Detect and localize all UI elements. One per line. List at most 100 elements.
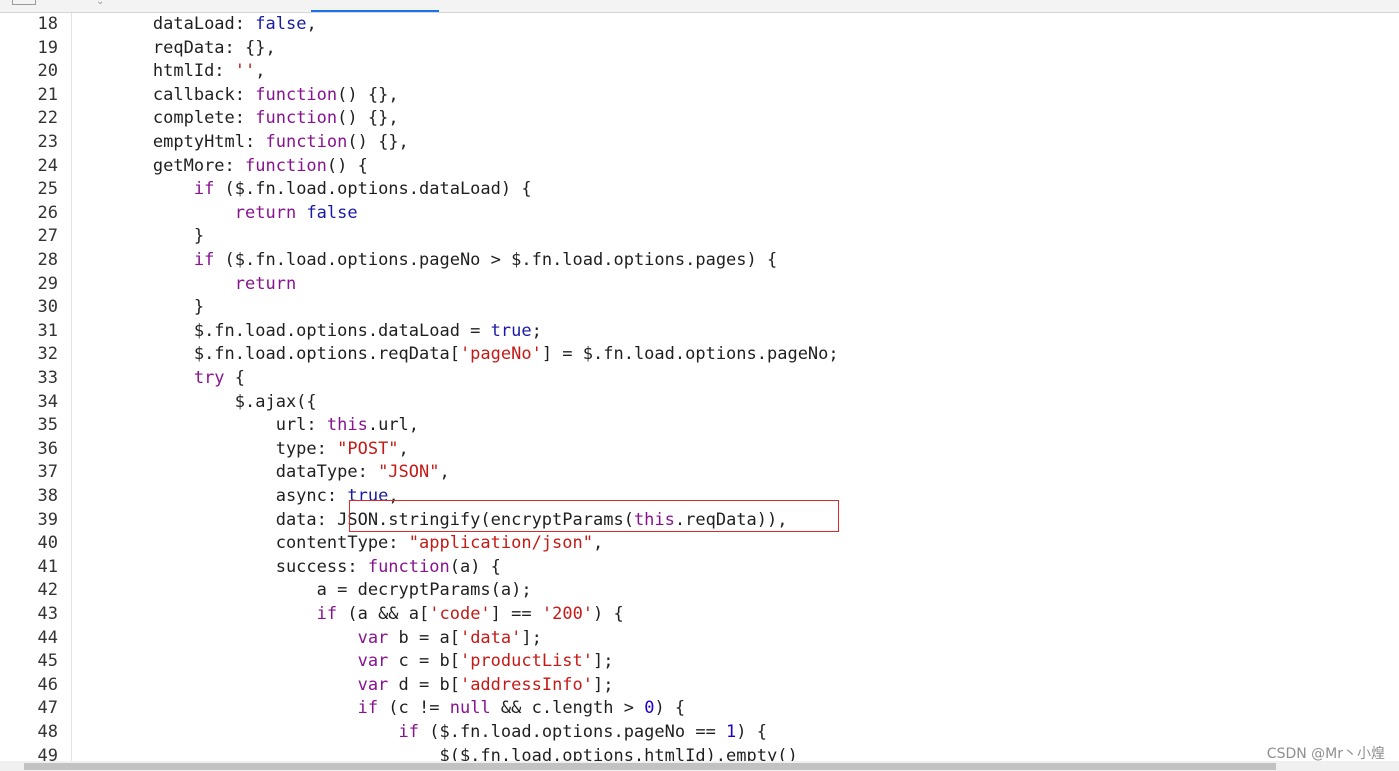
code-line[interactable]: 45 var c = b['productList']; [0,650,1399,674]
code-token: var [357,651,389,672]
code-line[interactable]: 26 return false [0,202,1399,226]
code-line[interactable]: 49 $($.fn.load.options.htmlId).empty() [0,745,1399,761]
horizontal-scrollbar-thumb[interactable] [24,763,1276,770]
line-number: 26 [37,202,58,223]
line-number: 24 [37,155,58,176]
line-number: 34 [37,391,58,412]
line-number: 23 [37,132,58,152]
line-number: 19 [37,37,58,58]
code-token: if [193,179,215,200]
code-text: reqData: {}, [71,37,276,61]
code-token: ] = $.fn.load.options.pageNo; [541,344,839,365]
code-line[interactable]: 29 return [0,273,1399,297]
code-text: var c = b['productList']; [71,650,614,674]
line-number: 30 [37,297,58,318]
code-token: ($.fn.load.options.pageNo > $.fn.load.op… [214,250,778,270]
code-text: complete: function() {}, [71,107,399,131]
code-text: emptyHtml: function() {}, [71,131,409,155]
line-number: 48 [37,722,58,742]
code-token: (c != [378,698,450,719]
code-line[interactable]: 35 url: this.url, [0,414,1399,438]
code-line[interactable]: 33 try { [0,367,1399,391]
code-line[interactable]: 43 if (a && a['code'] == '200') { [0,603,1399,627]
line-number: 28 [37,250,58,270]
code-text: $.ajax({ [71,391,317,415]
code-line[interactable]: 27 } [0,225,1399,249]
code-line[interactable]: 42 a = decryptParams(a); [0,579,1399,603]
line-number: 21 [37,84,58,105]
code-line[interactable]: 30 } [0,296,1399,320]
code-line[interactable]: 34 $.ajax({ [0,391,1399,415]
active-tab-indicator[interactable] [311,10,439,12]
code-text: $.fn.load.options.reqData['pageNo'] = $.… [71,343,839,367]
code-text: if ($.fn.load.options.dataLoad) { [71,178,532,202]
code-token: ($.fn.load.options.dataLoad) { [214,179,532,200]
watermark: CSDN @Mr丶小煌 [1266,746,1385,762]
code-text: $.fn.load.options.dataLoad = true; [71,320,542,344]
code-text: if (a && a['code'] == '200') { [71,603,624,627]
code-line[interactable]: 23 emptyHtml: function() {}, [0,131,1399,155]
code-token: if [316,604,338,624]
code-line[interactable]: 21 callback: function() {}, [0,84,1399,108]
panel-icon[interactable] [12,0,36,5]
code-line[interactable]: 18 dataLoad: false, [0,13,1399,37]
code-text: dataLoad: false, [71,13,317,37]
code-token: "JSON" [378,462,440,483]
code-line[interactable]: 40 contentType: "application/json", [0,532,1399,556]
code-line[interactable]: 37 dataType: "JSON", [0,461,1399,485]
line-number: 20 [37,61,58,82]
code-line[interactable]: 47 if (c != null && c.length > 0) { [0,697,1399,721]
code-text: getMore: function() { [71,155,368,179]
code-line[interactable]: 28 if ($.fn.load.options.pageNo > $.fn.l… [0,249,1399,273]
code-text: $($.fn.load.options.htmlId).empty() [71,745,797,761]
line-number: 39 [37,509,58,530]
code-line[interactable]: 20 htmlId: '', [0,60,1399,84]
code-line[interactable]: 32 $.fn.load.options.reqData['pageNo'] =… [0,343,1399,367]
code-token: , [306,14,317,34]
line-number: 32 [37,344,58,365]
code-token: function [255,84,338,105]
code-text: if ($.fn.load.options.pageNo == 1) { [71,721,768,745]
code-token: "POST" [337,438,399,459]
code-line[interactable]: 41 success: function(a) { [0,556,1399,580]
code-line[interactable]: 48 if ($.fn.load.options.pageNo == 1) { [0,721,1399,745]
code-token: return [234,202,297,223]
code-line[interactable]: 36 type: "POST", [0,438,1399,462]
code-token: 0 [644,698,655,719]
line-number: 42 [37,580,58,601]
code-line[interactable]: 46 var d = b['addressInfo']; [0,674,1399,698]
code-token: 'code' [429,604,491,624]
line-number: 27 [37,226,58,247]
code-token: } [193,226,205,247]
code-token: ) { [654,698,686,719]
chevron-icon[interactable]: ⌄ [96,0,104,7]
code-line[interactable]: 44 var b = a['data']; [0,627,1399,651]
code-line[interactable]: 19 reqData: {}, [0,37,1399,61]
code-token: } [193,297,205,318]
code-token: c = b[ [388,651,460,672]
highlight-annotation-box [349,500,839,532]
code-line[interactable]: 22 complete: function() {}, [0,107,1399,131]
line-number: 33 [37,368,58,388]
code-editor[interactable]: 18 dataLoad: false, 19 reqData: {}, 20 htm… [0,13,1399,761]
code-token: (a && a[ [337,604,430,624]
line-number: 49 [37,745,58,761]
code-token: function [265,132,348,152]
code-line[interactable]: 24 getMore: function() { [0,155,1399,179]
code-line[interactable]: 31 $.fn.load.options.dataLoad = true; [0,320,1399,344]
code-line[interactable]: 25 if ($.fn.load.options.dataLoad) { [0,178,1399,202]
code-token: if [193,250,215,270]
line-number: 40 [37,533,58,554]
code-token: ]; [521,627,542,648]
